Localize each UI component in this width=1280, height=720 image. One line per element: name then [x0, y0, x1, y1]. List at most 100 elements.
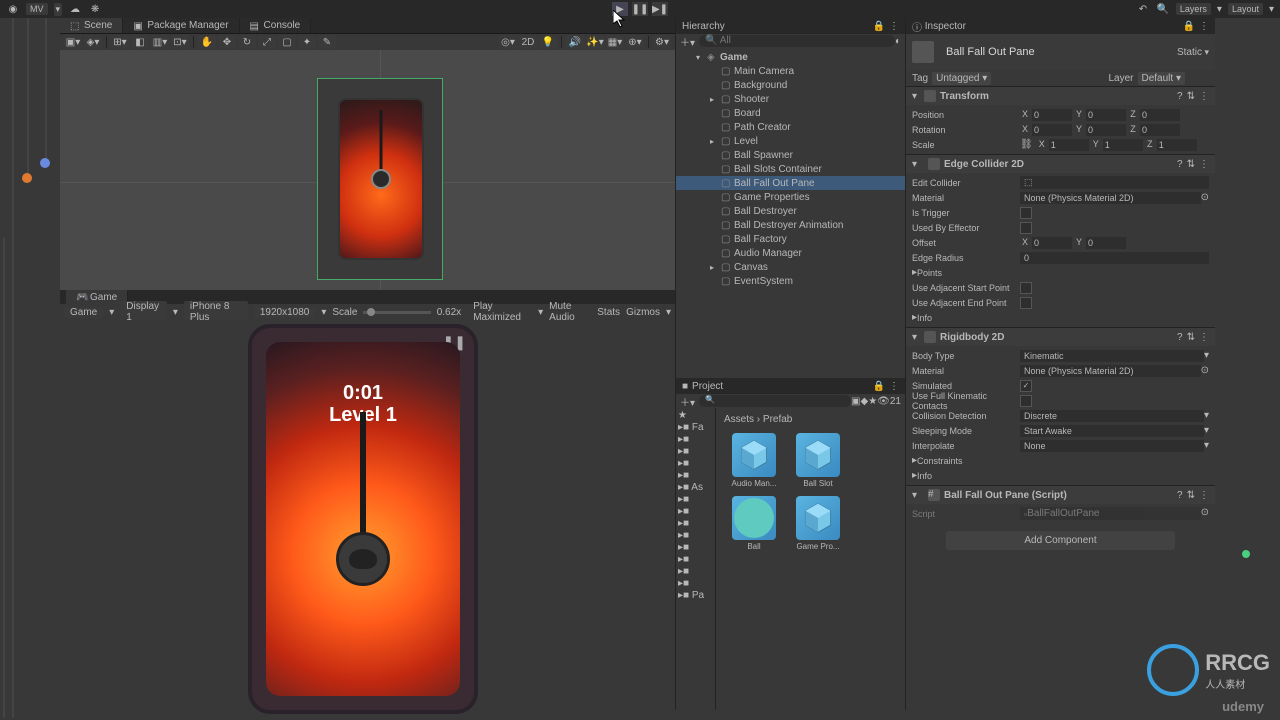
gizmo-toggle[interactable]: ⊕▾: [626, 35, 644, 49]
hierarchy-item[interactable]: ▢Ball Factory: [676, 232, 905, 246]
menu-icon[interactable]: ⋮: [1199, 91, 1209, 102]
tab-game[interactable]: 🎮Game: [66, 290, 128, 305]
scl-y[interactable]: [1103, 139, 1143, 151]
layout-dropdown[interactable]: Layout: [1228, 3, 1263, 15]
simulated-checkbox[interactable]: [1020, 380, 1032, 392]
scl-z[interactable]: [1157, 139, 1197, 151]
create-dropdown[interactable]: ＋▾: [680, 394, 695, 409]
project-tree-item[interactable]: ▸■: [678, 434, 713, 445]
adj-end-checkbox[interactable]: [1020, 297, 1032, 309]
tool-custom[interactable]: ✎: [318, 35, 336, 49]
tool-dropdown-1[interactable]: ▣▾: [64, 35, 82, 49]
menu-icon[interactable]: ⋮: [889, 21, 899, 32]
tool-rotate[interactable]: ↻: [238, 35, 256, 49]
layers-dropdown[interactable]: Layers: [1176, 3, 1211, 15]
search-icon[interactable]: 🔍: [1156, 2, 1170, 16]
tool-dropdown-2[interactable]: ◈▾: [84, 35, 102, 49]
adj-start-checkbox[interactable]: [1020, 282, 1032, 294]
menu-icon[interactable]: ⋮: [889, 381, 899, 392]
preset-icon[interactable]: ⇅: [1187, 91, 1195, 102]
pos-y[interactable]: [1086, 109, 1126, 121]
project-tree-item[interactable]: ▸■: [678, 578, 713, 589]
hierarchy-item[interactable]: ▢Main Camera: [676, 64, 905, 78]
full-kinematic-checkbox[interactable]: [1020, 395, 1032, 407]
hierarchy-item[interactable]: ▢Ball Destroyer Animation: [676, 218, 905, 232]
pos-x[interactable]: [1032, 109, 1072, 121]
menu-icon[interactable]: ⋮: [1199, 21, 1209, 32]
gameobject-icon[interactable]: [912, 41, 934, 63]
filter-icon[interactable]: ◐: [895, 36, 901, 47]
interpolate-dropdown[interactable]: None: [1020, 440, 1204, 452]
edit-collider-button[interactable]: ⬚: [1020, 176, 1209, 189]
project-tree-item[interactable]: ▸■ Pa: [678, 590, 713, 601]
tool-snap-dd[interactable]: ▥▾: [151, 35, 169, 49]
hierarchy-item[interactable]: ▢EventSystem: [676, 274, 905, 288]
pause-button[interactable]: ❚❚: [632, 2, 648, 16]
asset-item[interactable]: Ball: [726, 496, 782, 551]
project-tree-item[interactable]: ▸■: [678, 530, 713, 541]
create-dropdown[interactable]: ＋▾: [680, 34, 695, 49]
asset-item[interactable]: Game Pro...: [790, 496, 846, 551]
hierarchy-search[interactable]: 🔍 All: [699, 35, 895, 47]
game-view[interactable]: ❚❚ 0:01 Level 1: [60, 320, 675, 710]
tool-grid[interactable]: ⊞▾: [111, 35, 129, 49]
gizmos-dropdown[interactable]: Gizmos: [626, 307, 660, 318]
hierarchy-item[interactable]: ▸▢Shooter: [676, 92, 905, 106]
gameobject-name[interactable]: Ball Fall Out Pane: [946, 46, 1035, 58]
lock-icon[interactable]: 🔒: [873, 21, 885, 32]
static-dropdown[interactable]: Static: [1177, 47, 1202, 58]
offset-y[interactable]: [1086, 237, 1126, 249]
play-button[interactable]: ▶: [612, 2, 628, 16]
resolution-select[interactable]: 1920x1080: [254, 307, 316, 318]
hierarchy-item[interactable]: ▢Audio Manager: [676, 246, 905, 260]
breadcrumb-assets[interactable]: Assets: [724, 414, 754, 425]
collision-dropdown[interactable]: Discrete: [1020, 410, 1204, 422]
undo-icon[interactable]: ↶: [1136, 2, 1150, 16]
filter-1[interactable]: ▣: [851, 396, 860, 407]
tool-rect[interactable]: ▢: [278, 35, 296, 49]
project-tree-item[interactable]: ▸■: [678, 470, 713, 481]
scene-view[interactable]: [60, 50, 675, 290]
add-component-button[interactable]: Add Component: [946, 531, 1175, 550]
sleeping-dropdown[interactable]: Start Awake: [1020, 425, 1204, 437]
tool-transform[interactable]: ✦: [298, 35, 316, 49]
hierarchy-item[interactable]: ▢Board: [676, 106, 905, 120]
cloud-icon[interactable]: ☁: [68, 2, 82, 16]
hierarchy-item[interactable]: ▢Path Creator: [676, 120, 905, 134]
hierarchy-item[interactable]: ▢Game Properties: [676, 190, 905, 204]
lock-icon[interactable]: 🔒: [873, 381, 885, 392]
asset-item[interactable]: Ball Slot: [790, 433, 846, 488]
hierarchy-item[interactable]: ▢Background: [676, 78, 905, 92]
lock-icon[interactable]: 🔒: [1183, 21, 1195, 32]
mode-2d[interactable]: 2D: [519, 35, 537, 49]
offset-x[interactable]: [1032, 237, 1072, 249]
tab-package-manager[interactable]: ▣Package Manager: [123, 18, 239, 33]
pos-z[interactable]: [1140, 109, 1180, 121]
camera-toggle[interactable]: ▦▾: [606, 35, 624, 49]
tab-console[interactable]: ▤Console: [240, 18, 312, 33]
stats-button[interactable]: Stats: [597, 307, 620, 318]
tool-inc[interactable]: ⊡▾: [171, 35, 189, 49]
project-tree-item[interactable]: ▸■: [678, 458, 713, 469]
hierarchy-scene-root[interactable]: ▾◈Game: [676, 50, 905, 64]
settings-icon[interactable]: ❋: [88, 2, 102, 16]
project-tree-item[interactable]: ▸■: [678, 518, 713, 529]
hierarchy-item[interactable]: ▸▢Level: [676, 134, 905, 148]
light-toggle[interactable]: 💡: [539, 35, 557, 49]
project-tree-item[interactable]: ▸■: [678, 566, 713, 577]
rot-x[interactable]: [1032, 124, 1072, 136]
tool-scale[interactable]: ⤢: [258, 35, 276, 49]
gizmo-settings[interactable]: ⚙▾: [653, 35, 671, 49]
project-folder-tree[interactable]: ★▸■ Fa▸■ ▸■ ▸■ ▸■ ▸■ As▸■ ▸■ ▸■ ▸■ ▸■ ▸■…: [676, 408, 716, 710]
project-tree-item[interactable]: ▸■: [678, 542, 713, 553]
edge-radius-field[interactable]: [1020, 252, 1209, 264]
project-tree-item[interactable]: ▸■: [678, 506, 713, 517]
used-by-effector-checkbox[interactable]: [1020, 222, 1032, 234]
project-tree-item[interactable]: ▸■ As: [678, 482, 713, 493]
tool-snap[interactable]: ◧: [131, 35, 149, 49]
rot-y[interactable]: [1086, 124, 1126, 136]
is-trigger-checkbox[interactable]: [1020, 207, 1032, 219]
breadcrumb-prefab[interactable]: Prefab: [763, 414, 792, 425]
hidden-count[interactable]: 👁: [877, 396, 890, 407]
help-icon[interactable]: ?: [1177, 91, 1183, 102]
